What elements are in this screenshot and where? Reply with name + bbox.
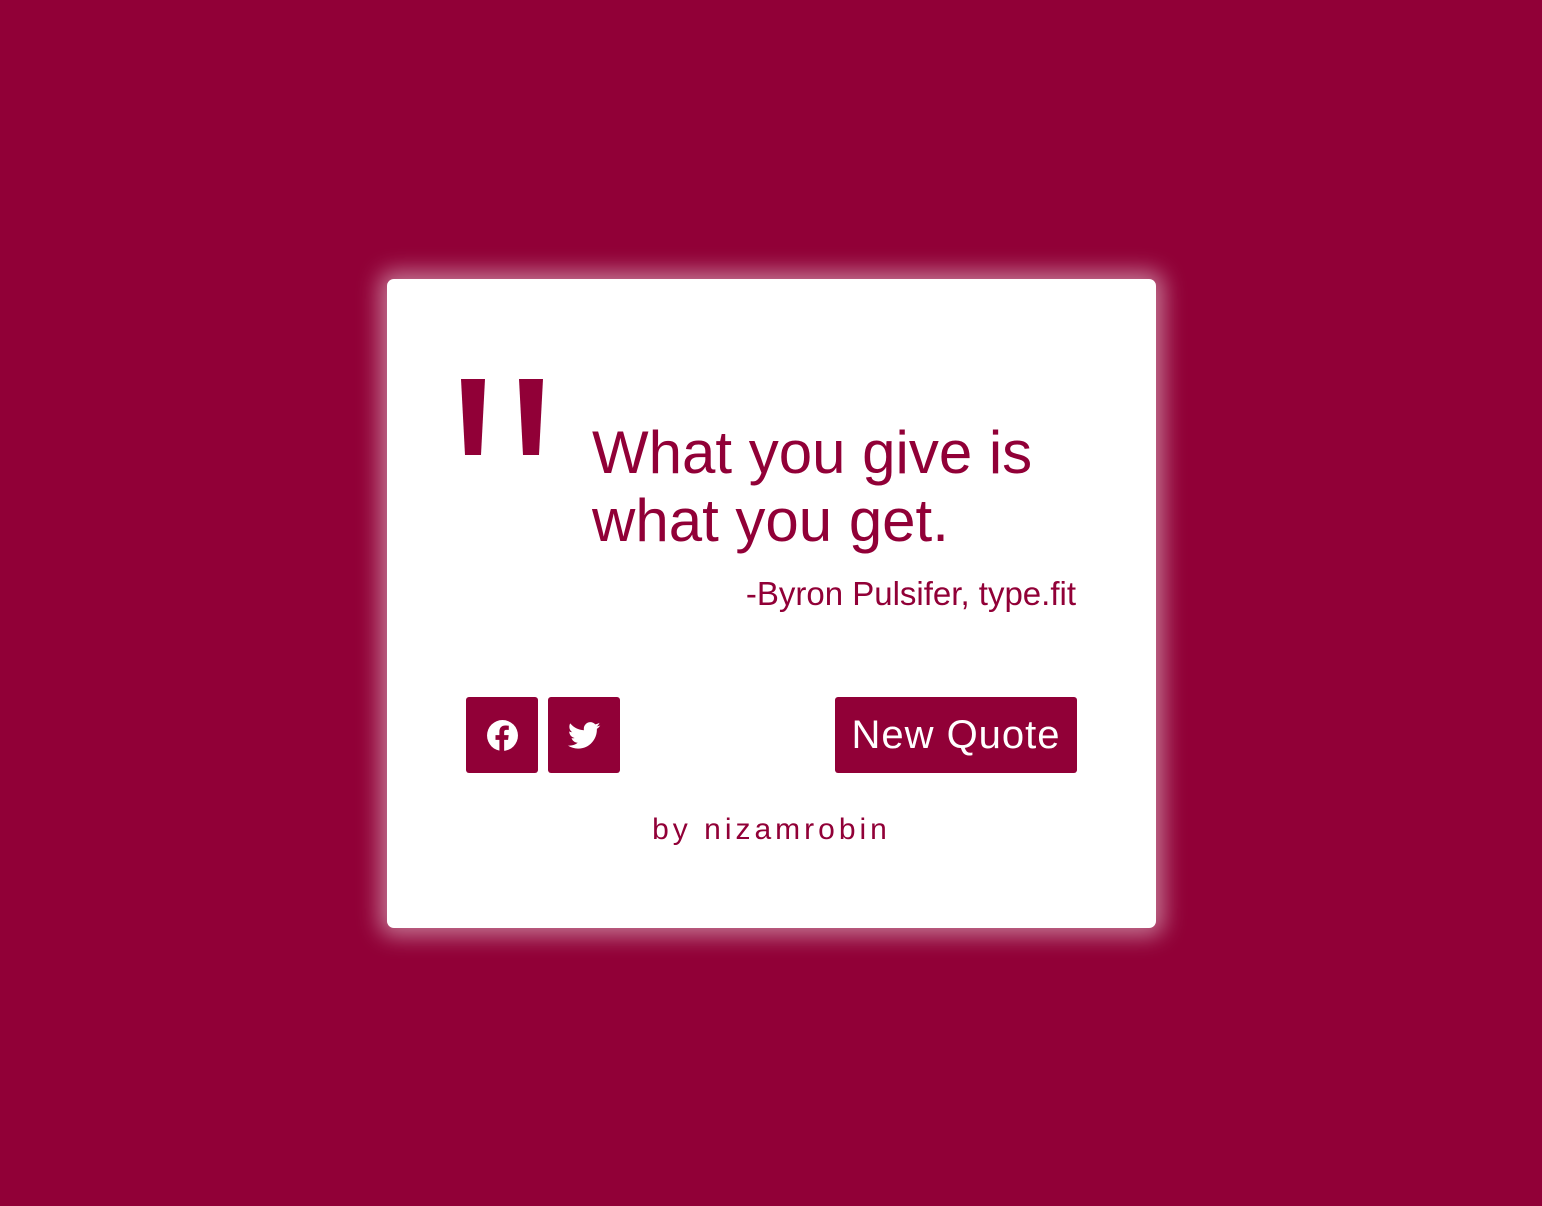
author-credit: by nizamrobin [652,813,891,846]
quote-text: What you give is what you get. [592,419,1033,554]
quote-mark-icon [461,379,543,455]
new-quote-button[interactable]: New Quote [835,697,1077,773]
quote-author: -Byron Pulsifer, type.fit [745,575,1076,612]
share-facebook-button[interactable] [466,697,538,773]
facebook-icon [486,719,518,752]
page-background: What you give is what you get. -Byron Pu… [0,0,1542,1206]
share-twitter-button[interactable] [548,697,620,773]
quote-card: What you give is what you get. -Byron Pu… [387,279,1156,928]
twitter-icon [567,721,600,749]
